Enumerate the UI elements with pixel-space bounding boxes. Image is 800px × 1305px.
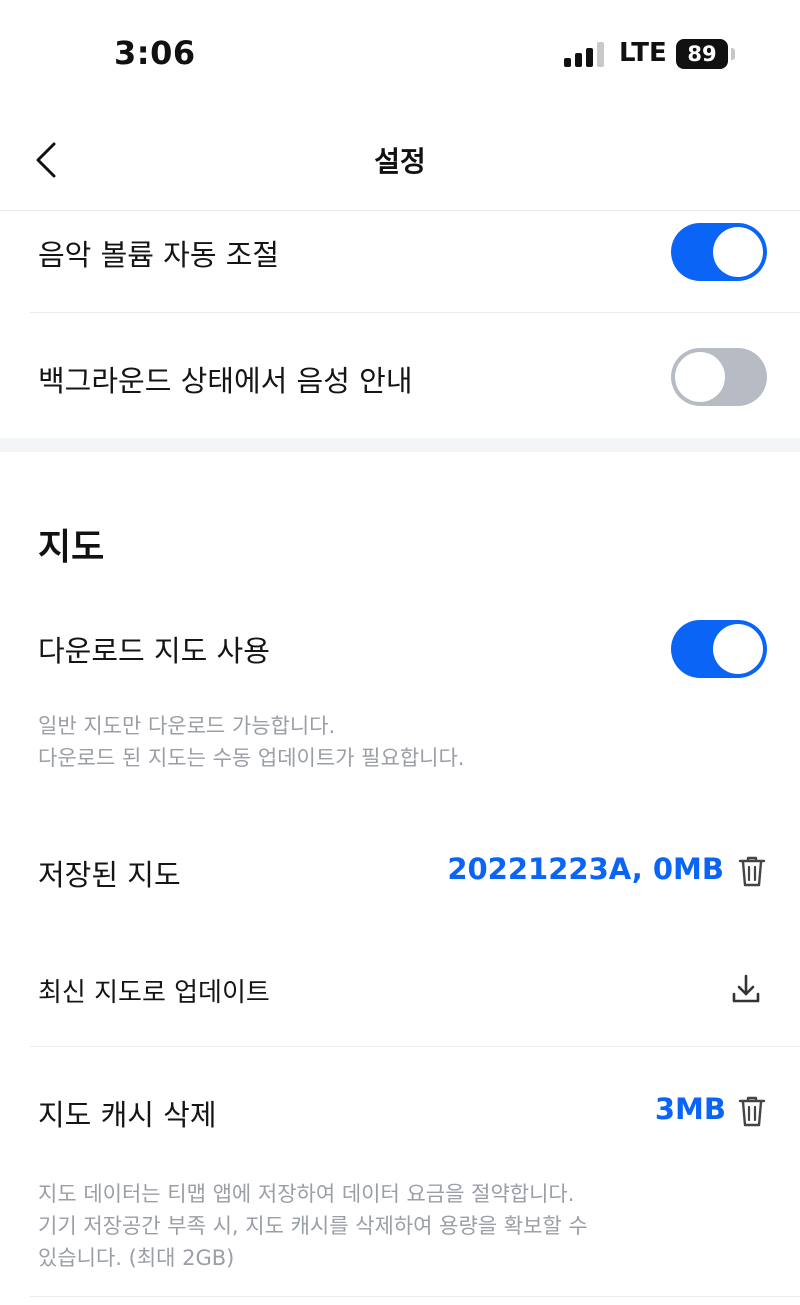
download-icon xyxy=(732,974,760,1003)
divider xyxy=(30,1046,800,1047)
toggle-knob xyxy=(675,352,725,402)
battery-icon: 89 xyxy=(676,39,735,69)
status-bar: 3:06 LTE 89 xyxy=(0,0,800,110)
map-cache-row: 지도 캐시 삭제 3MB xyxy=(0,1070,800,1150)
cache-desc-line2: 기기 저장공간 부족 시, 지도 캐시를 삭제하여 용량을 확보할 수 xyxy=(38,1214,588,1238)
map-cache-value: 3MB xyxy=(654,1092,726,1126)
saved-map-row: 저장된 지도 20221223A, 0MB xyxy=(0,830,800,910)
download-map-description: 일반 지도만 다운로드 가능합니다. 다운로드 된 지도는 수동 업데이트가 필… xyxy=(38,710,464,774)
update-map-label: 최신 지도로 업데이트 xyxy=(38,978,270,1008)
delete-saved-map-button[interactable] xyxy=(736,854,768,888)
download-desc-line1: 일반 지도만 다운로드 가능합니다. xyxy=(38,714,336,738)
status-time: 3:06 xyxy=(114,34,196,72)
auto-volume-row: 음악 볼륨 자동 조절 xyxy=(0,212,800,312)
delete-map-cache-button[interactable] xyxy=(736,1094,768,1128)
auto-volume-label: 음악 볼륨 자동 조절 xyxy=(38,238,280,272)
battery-level: 89 xyxy=(676,39,728,69)
download-map-label: 다운로드 지도 사용 xyxy=(38,634,270,668)
network-type: LTE xyxy=(619,38,667,68)
download-map-row: 다운로드 지도 사용 xyxy=(0,610,800,690)
trash-icon xyxy=(738,856,766,887)
download-map-toggle[interactable] xyxy=(671,620,767,678)
auto-volume-toggle[interactable] xyxy=(671,223,767,281)
cache-desc-line3: 있습니다. (최대 2GB) xyxy=(38,1246,235,1270)
section-separator xyxy=(0,438,800,452)
saved-map-label: 저장된 지도 xyxy=(38,858,181,892)
map-cache-label: 지도 캐시 삭제 xyxy=(38,1098,217,1132)
cache-desc-line1: 지도 데이터는 티맵 앱에 저장하여 데이터 요금을 절약합니다. xyxy=(38,1182,575,1206)
background-voice-toggle[interactable] xyxy=(671,348,767,406)
signal-icon xyxy=(564,41,606,67)
page-title: 설정 xyxy=(374,145,426,178)
download-desc-line2: 다운로드 된 지도는 수동 업데이트가 필요합니다. xyxy=(38,746,465,770)
background-voice-row: 백그라운드 상태에서 음성 안내 xyxy=(0,313,800,438)
toggle-knob xyxy=(713,624,763,674)
nav-bar: 설정 xyxy=(0,110,800,211)
toggle-knob xyxy=(713,227,763,277)
update-map-row[interactable]: 최신 지도로 업데이트 xyxy=(0,950,800,1046)
section-title-map: 지도 xyxy=(38,527,105,568)
map-cache-description: 지도 데이터는 티맵 앱에 저장하여 데이터 요금을 절약합니다. 기기 저장공… xyxy=(38,1178,588,1274)
saved-map-value: 20221223A, 0MB xyxy=(447,852,724,886)
divider xyxy=(30,1296,800,1297)
update-map-button[interactable] xyxy=(730,972,762,1006)
background-voice-label: 백그라운드 상태에서 음성 안내 xyxy=(38,364,413,398)
trash-icon xyxy=(738,1096,766,1127)
